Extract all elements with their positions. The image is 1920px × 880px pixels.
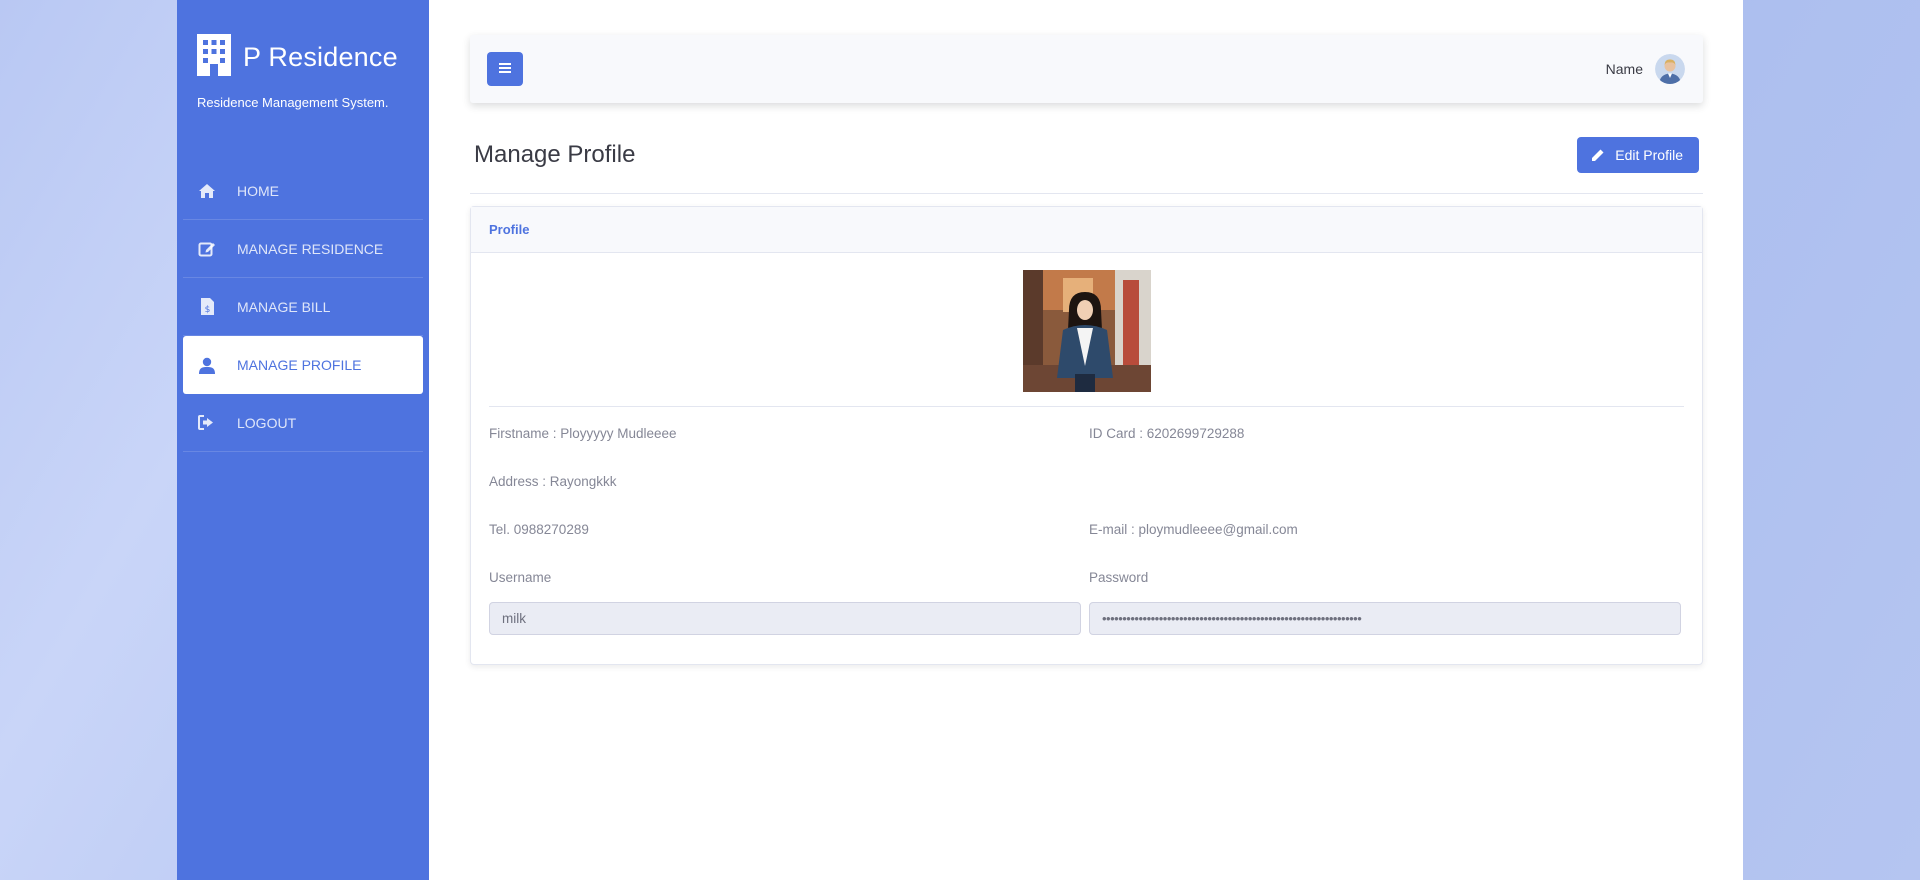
email-field: E-mail : ploymudleeee@gmail.com [1089, 522, 1298, 537]
sidebar-toggle-button[interactable] [487, 52, 523, 86]
user-name: Name [1605, 61, 1643, 77]
id-card-field: ID Card : 6202699729288 [1089, 426, 1245, 441]
username-label: Username [489, 570, 552, 585]
sidebar-item-label: LOGOUT [237, 414, 297, 431]
svg-text:$: $ [204, 305, 210, 315]
firstname-field: Firstname : Ployyyyy Mudleeee [489, 426, 677, 441]
sidebar-item-label: MANAGE RESIDENCE [237, 240, 384, 257]
home-icon [197, 181, 217, 201]
brand-subtitle: Residence Management System. [197, 95, 389, 110]
building-icon [197, 34, 231, 81]
page-header: Manage Profile Edit Profile [470, 137, 1703, 194]
edit-profile-button[interactable]: Edit Profile [1577, 137, 1699, 173]
sign-out-icon [197, 413, 217, 433]
tel-field: Tel. 0988270289 [489, 522, 589, 537]
app-window: P Residence Residence Management System.… [177, 0, 1743, 880]
sidebar-item-manage-residence[interactable]: MANAGE RESIDENCE [183, 220, 423, 278]
card-header: Profile [471, 207, 1702, 253]
user-menu[interactable]: Name [1606, 54, 1685, 84]
profile-card: Profile Firstname: Ployyyyy Mudleeee ID… [470, 206, 1703, 665]
page-title: Manage Profile [474, 141, 636, 168]
invoice-icon: $ [197, 297, 217, 317]
profile-photo [1022, 270, 1151, 392]
hamburger-icon [499, 60, 511, 78]
profile-details: Firstname : Ployyyyy Mudleeee ID Card : … [489, 426, 1684, 602]
sidebar-item-label: MANAGE PROFILE [237, 357, 362, 373]
sidebar: P Residence Residence Management System.… [177, 0, 429, 880]
sidebar-item-logout[interactable]: LOGOUT [183, 394, 423, 452]
brand: P Residence Residence Management System. [183, 0, 423, 110]
edit-icon [197, 239, 217, 259]
pencil-icon [1591, 148, 1605, 162]
sidebar-item-label: MANAGE BILL [237, 298, 331, 315]
main-content: Name Manage Profile Edit Profile Profile [429, 0, 1743, 880]
password-input[interactable]: ••••••••••••••••••••••••••••••••••••••••… [1089, 602, 1681, 635]
sidebar-item-manage-bill[interactable]: $ MANAGE BILL [183, 278, 423, 336]
user-icon [197, 355, 217, 375]
topbar: Name [470, 35, 1703, 103]
sidebar-item-label: HOME [237, 182, 279, 199]
sidebar-item-manage-profile[interactable]: MANAGE PROFILE [183, 336, 423, 394]
address-field: Address : Rayongkkk [489, 474, 617, 489]
sidebar-nav: HOME MANAGE RESIDENCE $ MANAGE BILL MANA… [183, 162, 423, 452]
password-label: Password [1089, 570, 1149, 585]
edit-profile-label: Edit Profile [1615, 147, 1683, 163]
brand-title[interactable]: P Residence [243, 42, 398, 73]
username-input[interactable]: milk [489, 602, 1081, 635]
avatar [1655, 54, 1685, 84]
sidebar-item-home[interactable]: HOME [183, 162, 423, 220]
